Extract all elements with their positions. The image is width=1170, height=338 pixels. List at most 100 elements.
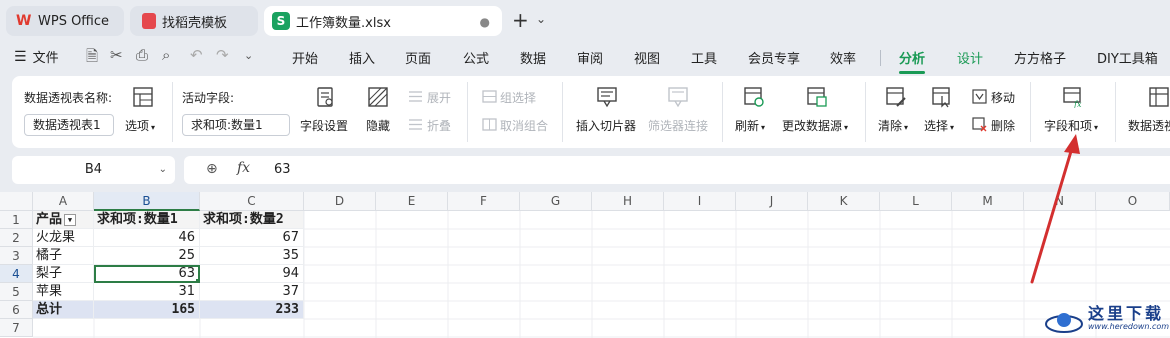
filter-connections-button[interactable]: 筛选器连接 bbox=[648, 117, 708, 134]
move-button[interactable]: 移动 bbox=[991, 89, 1015, 106]
chevron-down-icon[interactable]: ⌄ bbox=[244, 49, 253, 62]
link-icon[interactable]: ✂ bbox=[110, 46, 123, 64]
watermark-logo-icon bbox=[1045, 313, 1083, 333]
tab-list-dropdown[interactable]: ⌄ bbox=[536, 12, 546, 26]
chevron-down-icon: ▾ bbox=[151, 123, 156, 132]
clear-label: 清除 bbox=[878, 119, 903, 133]
menu-insert[interactable]: 插入 bbox=[349, 48, 375, 67]
ribbon-divider bbox=[562, 82, 563, 142]
function-icon[interactable]: fx bbox=[237, 160, 250, 176]
cell-reference: B4 bbox=[84, 162, 103, 177]
menu-efficiency[interactable]: 效率 bbox=[830, 48, 856, 67]
zoom-icon[interactable]: ⊕ bbox=[206, 161, 218, 177]
expand-icon bbox=[408, 89, 423, 104]
change-source-button[interactable]: 更改数据源 ▾ bbox=[782, 117, 848, 134]
expand-button[interactable]: 展开 bbox=[427, 89, 451, 106]
menu-design[interactable]: 设计 bbox=[957, 48, 983, 67]
select-button[interactable]: 选择 ▾ bbox=[924, 117, 954, 134]
chevron-down-icon: ▾ bbox=[904, 123, 909, 132]
file-label: 文件 bbox=[32, 51, 59, 66]
ungroup-button[interactable]: 取消组合 bbox=[500, 117, 548, 134]
pivot-table-more-icon[interactable] bbox=[1148, 86, 1170, 108]
select-icon[interactable] bbox=[931, 86, 953, 108]
refresh-button[interactable]: 刷新 ▾ bbox=[735, 117, 765, 134]
collapse-icon bbox=[408, 117, 423, 132]
pivot-table-more-button[interactable]: 数据透视 bbox=[1128, 117, 1170, 134]
pt-name-input[interactable]: 数据透视表1 bbox=[24, 114, 114, 136]
spreadsheet-icon: S bbox=[272, 12, 290, 30]
ribbon-divider bbox=[1115, 82, 1116, 142]
menu-tools[interactable]: 工具 bbox=[691, 48, 717, 67]
ribbon-divider bbox=[865, 82, 866, 142]
tab-label: WPS Office bbox=[38, 13, 110, 29]
tab-template[interactable]: 找稻壳模板 bbox=[130, 6, 258, 36]
delete-icon bbox=[972, 117, 987, 132]
redo-icon[interactable]: ↷ bbox=[216, 46, 229, 64]
menu-data[interactable]: 数据 bbox=[520, 48, 546, 67]
chevron-down-icon: ⌄ bbox=[158, 164, 167, 175]
refresh-icon[interactable] bbox=[743, 86, 765, 108]
print-icon[interactable]: ⎙ bbox=[136, 46, 148, 64]
move-icon bbox=[972, 89, 987, 104]
tab-workbook[interactable]: S 工作簿数量.xlsx ● bbox=[264, 6, 502, 36]
name-box[interactable]: B4 ⌄ bbox=[12, 156, 175, 184]
delete-button[interactable]: 删除 bbox=[991, 117, 1015, 134]
menu-divider bbox=[880, 50, 881, 66]
field-settings-button[interactable]: 字段设置 bbox=[300, 117, 348, 134]
daoke-logo-icon bbox=[142, 13, 156, 29]
options-button[interactable]: 选项 ▾ bbox=[125, 117, 155, 134]
annotation-arrow-icon bbox=[1030, 134, 1080, 284]
menu-formula[interactable]: 公式 bbox=[463, 48, 489, 67]
menu-analyze[interactable]: 分析 bbox=[899, 48, 926, 74]
insert-slicer-button[interactable]: 插入切片器 bbox=[576, 117, 636, 134]
menu-home[interactable]: 开始 bbox=[292, 48, 318, 67]
select-label: 选择 bbox=[924, 119, 949, 133]
group-selection-button[interactable]: 组选择 bbox=[500, 89, 536, 106]
chevron-down-icon: ▾ bbox=[950, 123, 955, 132]
clear-icon[interactable] bbox=[885, 86, 907, 108]
pivot-table-icon[interactable] bbox=[132, 86, 154, 108]
print-preview-icon[interactable]: ⌕ bbox=[162, 46, 170, 64]
collapse-button[interactable]: 折叠 bbox=[427, 117, 451, 134]
menu-fangfang[interactable]: 方方格子 bbox=[1014, 48, 1066, 67]
formula-bar: B4 ⌄ ⊕ fx 63 bbox=[12, 156, 1170, 184]
ribbon-analyze: 数据透视表名称: 数据透视表1 选项 ▾ 活动字段: 求和项:数量1 字段设置 隐… bbox=[12, 76, 1170, 148]
active-field-label: 活动字段: bbox=[182, 91, 235, 105]
menu-review[interactable]: 审阅 bbox=[577, 48, 603, 67]
options-label: 选项 bbox=[125, 119, 150, 133]
chevron-down-icon: ▾ bbox=[844, 123, 849, 132]
hide-icon[interactable] bbox=[367, 86, 389, 108]
menu-bar: ☰ 文件 🗎 ✂ ⎙ ⌕ ↶ ↷ ⌄ 开始 插入 页面 公式 数据 审阅 视图 … bbox=[0, 40, 1170, 74]
change-source-label: 更改数据源 bbox=[782, 119, 843, 133]
change-source-icon[interactable] bbox=[806, 86, 828, 108]
field-settings-icon[interactable] bbox=[314, 86, 336, 108]
clear-button[interactable]: 清除 ▾ bbox=[878, 117, 908, 134]
gridlines bbox=[33, 211, 1170, 338]
tab-bar: W WPS Office 找稻壳模板 S 工作簿数量.xlsx ● + ⌄ bbox=[0, 0, 1170, 40]
menu-member[interactable]: 会员专享 bbox=[748, 48, 800, 67]
ungroup-icon bbox=[482, 117, 497, 132]
ribbon-divider bbox=[722, 82, 723, 142]
watermark-url: www.heredown.com bbox=[1088, 322, 1170, 331]
hide-button[interactable]: 隐藏 bbox=[366, 117, 390, 134]
wps-logo-icon: W bbox=[16, 13, 32, 29]
group-selection-icon bbox=[482, 89, 497, 104]
save-icon[interactable]: 🗎 bbox=[86, 46, 98, 71]
unsaved-dot-icon[interactable]: ● bbox=[480, 15, 490, 29]
new-tab-button[interactable]: + bbox=[512, 8, 529, 32]
chevron-down-icon: ▾ bbox=[761, 123, 766, 132]
active-field-input[interactable]: 求和项:数量1 bbox=[182, 114, 290, 136]
menu-diy-toolbox[interactable]: DIY工具箱 bbox=[1097, 48, 1158, 67]
insert-slicer-icon[interactable] bbox=[596, 86, 618, 108]
watermark-brand: 这里下载 bbox=[1088, 304, 1165, 323]
fields-items-icon[interactable]: fx bbox=[1062, 86, 1084, 109]
menu-page[interactable]: 页面 bbox=[405, 48, 431, 67]
tab-label: 工作簿数量.xlsx bbox=[296, 15, 391, 31]
tab-wps-office[interactable]: W WPS Office bbox=[6, 6, 124, 36]
file-menu[interactable]: ☰ 文件 bbox=[14, 47, 59, 67]
menu-view[interactable]: 视图 bbox=[634, 48, 660, 67]
ribbon-divider bbox=[467, 82, 468, 142]
undo-icon[interactable]: ↶ bbox=[190, 46, 203, 64]
formula-input[interactable]: 63 bbox=[274, 162, 291, 177]
tab-label: 找稻壳模板 bbox=[162, 15, 228, 31]
